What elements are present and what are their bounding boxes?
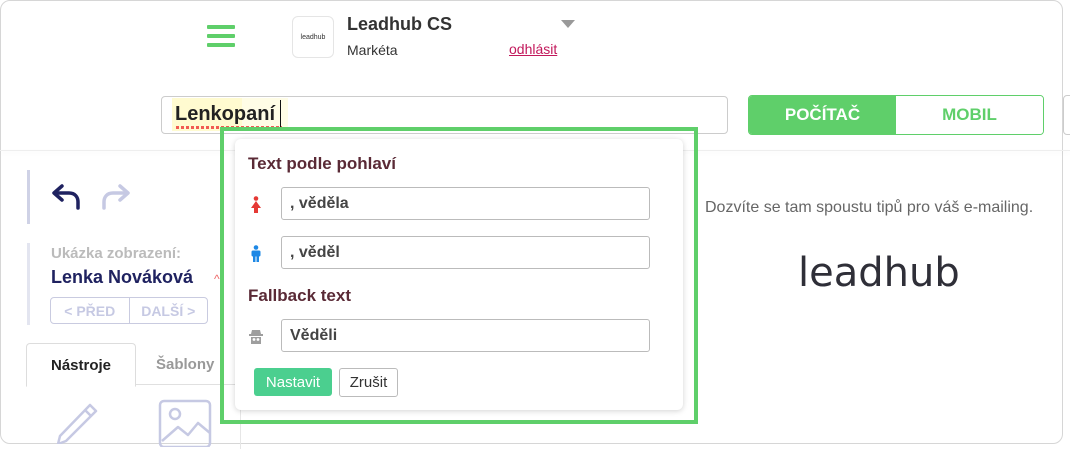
pencil-icon[interactable]	[52, 398, 102, 444]
hamburger-icon[interactable]	[207, 25, 235, 47]
incognito-icon	[249, 330, 263, 344]
tab-tools[interactable]: Nástroje	[26, 343, 136, 387]
account-name: Leadhub CS	[347, 14, 453, 34]
image-icon[interactable]	[158, 399, 214, 447]
chevron-down-icon[interactable]	[561, 20, 575, 28]
preview-name: Lenka Nováková	[51, 267, 194, 287]
email-body-text: Dozvíte se tam spoustu tipů pro váš e-ma…	[705, 199, 1034, 216]
popup-title: Text podle pohlaví	[248, 154, 396, 173]
preview-label: Ukázka zobrazení:	[51, 245, 182, 262]
cancel-button[interactable]: Zrušit	[339, 368, 398, 397]
undo-icon[interactable]	[52, 182, 82, 210]
redo-icon[interactable]	[100, 182, 130, 210]
mobile-button[interactable]: MOBIL	[896, 96, 1043, 134]
chevron-up-icon[interactable]: ^	[214, 272, 220, 286]
subject-text[interactable]: Lenkopaní	[175, 103, 275, 126]
set-button[interactable]: Nastavit	[254, 368, 332, 396]
overflow-button[interactable]	[1063, 95, 1070, 135]
device-toggle: POČÍTAČ MOBIL	[748, 95, 1044, 135]
undo-divider	[27, 170, 30, 224]
next-button[interactable]: DALŠÍ >	[128, 298, 208, 323]
female-text-input[interactable]: , věděla	[281, 187, 650, 220]
preview-divider	[27, 243, 30, 325]
account-user: Markéta	[347, 42, 398, 58]
female-icon	[251, 196, 261, 213]
male-text-input[interactable]: , věděl	[281, 236, 650, 269]
account-logo-text: leadhub	[300, 33, 326, 41]
preview-pager: < PŘED DALŠÍ >	[50, 297, 208, 324]
tab-templates[interactable]: Šablony	[156, 356, 214, 373]
fallback-text-input[interactable]: Věděli	[281, 319, 650, 352]
account-logo: leadhub	[292, 16, 334, 58]
prev-button[interactable]: < PŘED	[51, 298, 129, 323]
desktop-button[interactable]: POČÍTAČ	[749, 96, 896, 134]
logout-link[interactable]: odhlásit	[509, 41, 557, 57]
leadhub-logo-text: leadhub	[798, 250, 960, 296]
leadhub-logo: leadhub	[798, 250, 960, 296]
text-cursor	[280, 100, 281, 128]
male-icon	[251, 245, 261, 262]
fallback-title: Fallback text	[248, 286, 351, 305]
